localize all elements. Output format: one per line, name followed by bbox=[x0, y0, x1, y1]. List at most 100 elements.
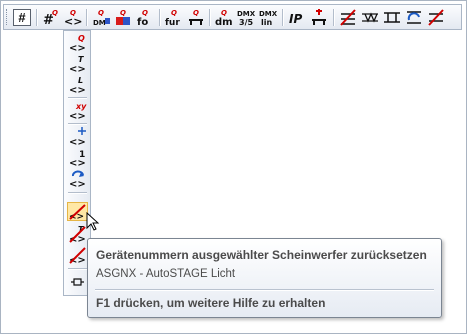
strike-icon bbox=[340, 9, 356, 26]
color-query-icon: Q bbox=[116, 9, 130, 25]
svg-text:xy: xy bbox=[75, 102, 87, 111]
label-query-icon: Q <> bbox=[69, 34, 86, 52]
svg-text:<>: <> bbox=[69, 85, 86, 94]
horizontal-toolbar: # # Q Q <> Q DM Q Q fo Q fur Q Q dm DMX … bbox=[3, 4, 462, 30]
svg-text:fo: fo bbox=[137, 17, 148, 27]
svg-text:DM: DM bbox=[93, 19, 106, 27]
svg-text:Q: Q bbox=[98, 9, 104, 17]
tooltip-divider bbox=[95, 289, 434, 291]
svg-text:DMX: DMX bbox=[259, 10, 278, 18]
svg-text:IP: IP bbox=[289, 12, 302, 26]
reset-label-button[interactable]: <> bbox=[67, 245, 88, 264]
mount-query-icon: Q bbox=[189, 9, 203, 25]
svg-text:Q: Q bbox=[193, 9, 199, 17]
hang-icon bbox=[384, 12, 400, 23]
dm-query-icon: Q DM bbox=[93, 9, 110, 27]
dmx-link-icon: DMX lin bbox=[259, 10, 278, 27]
label-left-button[interactable]: L <> bbox=[67, 75, 88, 94]
toolbar-separator bbox=[36, 9, 38, 26]
svg-text:<>: <> bbox=[69, 43, 86, 52]
label-top-button[interactable]: T <> bbox=[67, 54, 88, 73]
label-query-button[interactable]: Q <> bbox=[67, 33, 88, 52]
color-query-button[interactable]: Q bbox=[113, 8, 133, 27]
tooltip: Gerätenummern ausgewählter Scheinwerfer … bbox=[87, 238, 442, 318]
dm-icon: Q dm bbox=[215, 9, 233, 27]
fur-query-button[interactable]: Q fur bbox=[164, 8, 184, 27]
add-fixture-icon bbox=[312, 9, 326, 25]
svg-text:DMX: DMX bbox=[237, 10, 256, 18]
pin-toolbar-button[interactable] bbox=[67, 273, 88, 292]
label-rotate-icon: <> bbox=[69, 170, 86, 188]
svg-text:dm: dm bbox=[215, 17, 233, 27]
vertical-separator bbox=[68, 192, 87, 194]
delete-link-button[interactable] bbox=[426, 8, 446, 27]
fo-query-button[interactable]: Q fo bbox=[135, 8, 155, 27]
tooltip-title: Gerätenummern ausgewählter Scheinwerfer … bbox=[96, 248, 427, 262]
toolbar-separator bbox=[209, 9, 211, 26]
rotate-icon bbox=[407, 11, 421, 24]
vertical-separator bbox=[68, 268, 87, 270]
hash-query-icon: # Q bbox=[43, 9, 58, 27]
svg-text:<>: <> bbox=[69, 64, 86, 73]
svg-text:lin: lin bbox=[261, 18, 272, 27]
ip-button[interactable]: IP bbox=[287, 8, 307, 27]
svg-text:T: T bbox=[78, 55, 84, 64]
delete-link-icon bbox=[428, 9, 444, 26]
reset-label-icon: <> bbox=[69, 247, 86, 264]
label-xy-icon: xy <> bbox=[69, 102, 87, 120]
toolbar-separator bbox=[86, 9, 88, 26]
svg-text:<>: <> bbox=[69, 179, 86, 188]
mount-query-button[interactable]: Q bbox=[186, 8, 206, 27]
label-left-icon: L <> bbox=[69, 76, 86, 94]
dm-query-button[interactable]: Q DM bbox=[91, 8, 111, 27]
pin-icon bbox=[71, 278, 84, 286]
strike-tool-button[interactable] bbox=[338, 8, 358, 27]
svg-text:fur: fur bbox=[165, 18, 180, 27]
svg-text:3/5: 3/5 bbox=[239, 18, 253, 27]
reset-top-button[interactable]: T <> bbox=[67, 224, 88, 243]
hang-tool-button[interactable] bbox=[382, 8, 402, 27]
add-fixture-button[interactable] bbox=[309, 8, 329, 27]
reset-device-numbers-icon: <> bbox=[69, 204, 86, 220]
toolbar-separator bbox=[282, 9, 284, 26]
fo-query-icon: Q fo bbox=[137, 9, 148, 27]
truss-tool-button[interactable] bbox=[360, 8, 380, 27]
toolbar-grip[interactable] bbox=[6, 9, 10, 25]
svg-text:Q: Q bbox=[52, 9, 58, 17]
label-add-icon: <> bbox=[69, 127, 86, 146]
svg-text:Q: Q bbox=[78, 34, 85, 43]
vertical-separator bbox=[68, 123, 87, 125]
svg-text:L: L bbox=[78, 76, 83, 85]
label-xy-button[interactable]: xy <> bbox=[67, 101, 88, 120]
svg-text:Q: Q bbox=[171, 9, 177, 17]
truss-icon bbox=[362, 12, 378, 23]
svg-text:<>: <> bbox=[69, 111, 86, 120]
svg-text:<>: <> bbox=[69, 137, 86, 146]
hash-icon: # bbox=[18, 9, 26, 25]
dmx-link-button[interactable]: DMX lin bbox=[258, 8, 278, 27]
query-arrows-icon: Q <> bbox=[64, 9, 82, 27]
svg-text:<>: <> bbox=[69, 158, 86, 167]
device-number-button[interactable]: # bbox=[13, 9, 31, 26]
reset-device-numbers-button[interactable]: <> bbox=[67, 202, 88, 221]
fur-query-icon: Q fur bbox=[165, 9, 180, 27]
svg-text:<>: <> bbox=[64, 15, 82, 27]
toolbar-separator bbox=[159, 9, 161, 26]
label-rotate-button[interactable]: <> bbox=[67, 169, 88, 188]
dmx-35-icon: DMX 3/5 bbox=[237, 10, 256, 27]
svg-text:Q: Q bbox=[221, 9, 227, 17]
ip-icon: IP bbox=[289, 12, 302, 26]
query-arrows-button[interactable]: Q <> bbox=[63, 8, 83, 27]
vertical-separator bbox=[68, 97, 87, 99]
hash-query-button[interactable]: # Q bbox=[41, 8, 61, 27]
dm-button[interactable]: Q dm bbox=[214, 8, 234, 27]
svg-text:Q: Q bbox=[142, 9, 148, 17]
tooltip-help-hint: F1 drücken, um weitere Hilfe zu erhalten bbox=[96, 296, 326, 310]
toolbar-separator bbox=[333, 9, 335, 26]
label-number-button[interactable]: 1 <> bbox=[67, 148, 88, 167]
label-add-button[interactable]: <> bbox=[67, 127, 88, 146]
reset-top-icon: T <> bbox=[69, 225, 86, 243]
dmx-35-button[interactable]: DMX 3/5 bbox=[236, 8, 256, 27]
label-top-icon: T <> bbox=[69, 55, 86, 73]
rotate-tool-button[interactable] bbox=[404, 8, 424, 27]
